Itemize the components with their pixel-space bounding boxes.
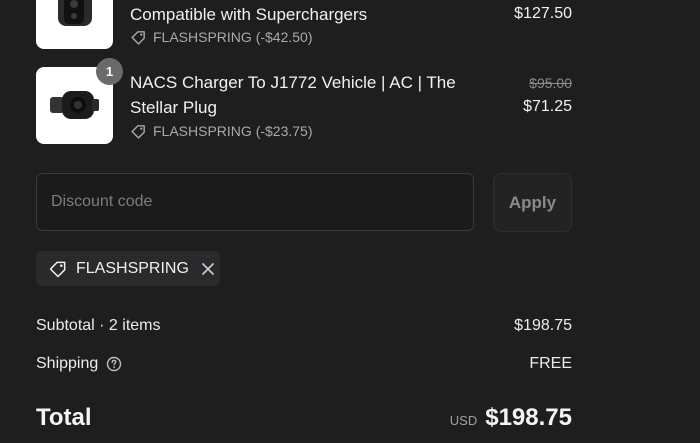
quantity-badge: 1 [96, 58, 123, 85]
item-price: $71.25 [523, 98, 572, 115]
tag-icon [131, 124, 145, 139]
help-icon[interactable] [106, 356, 122, 372]
adapter-product-image [58, 0, 92, 26]
item-discount-label: FLASHSPRING (-$23.75) [153, 123, 313, 139]
total-amount: $198.75 [485, 404, 572, 431]
shipping-value: FREE [529, 355, 572, 372]
shipping-label: Shipping [36, 355, 99, 372]
currency-code: USD [449, 413, 478, 428]
item-title: NACS Charger To J1772 Vehicle | AC | The… [130, 73, 456, 117]
item-discount-label: FLASHSPRING (-$42.50) [153, 29, 313, 45]
tag-icon [49, 261, 66, 277]
apply-discount-button[interactable]: Apply [493, 173, 572, 232]
shipping-row: Shipping [36, 355, 122, 373]
item-price: $127.50 [514, 5, 572, 22]
item-original-price: $95.00 [529, 75, 572, 91]
applied-discount-chip: FLASHSPRING [36, 251, 220, 286]
tag-icon [131, 30, 145, 45]
total-value: USD $198.75 [450, 404, 572, 432]
total-label: Total [36, 404, 92, 431]
item-title: Compatible with Superchargers [130, 5, 368, 24]
close-icon[interactable] [201, 262, 215, 276]
discount-code-input[interactable] [36, 173, 474, 231]
product-thumbnail-adapter [36, 0, 113, 49]
subtotal-value: $198.75 [514, 317, 572, 334]
item-discount: FLASHSPRING (-$23.75) [130, 121, 313, 141]
order-summary: Compatible with Superchargers FLASHSPRIN… [0, 0, 700, 443]
item-discount: FLASHSPRING (-$42.50) [130, 27, 313, 47]
applied-code-label: FLASHSPRING [76, 259, 189, 277]
subtotal-label: Subtotal · 2 items [36, 317, 161, 334]
